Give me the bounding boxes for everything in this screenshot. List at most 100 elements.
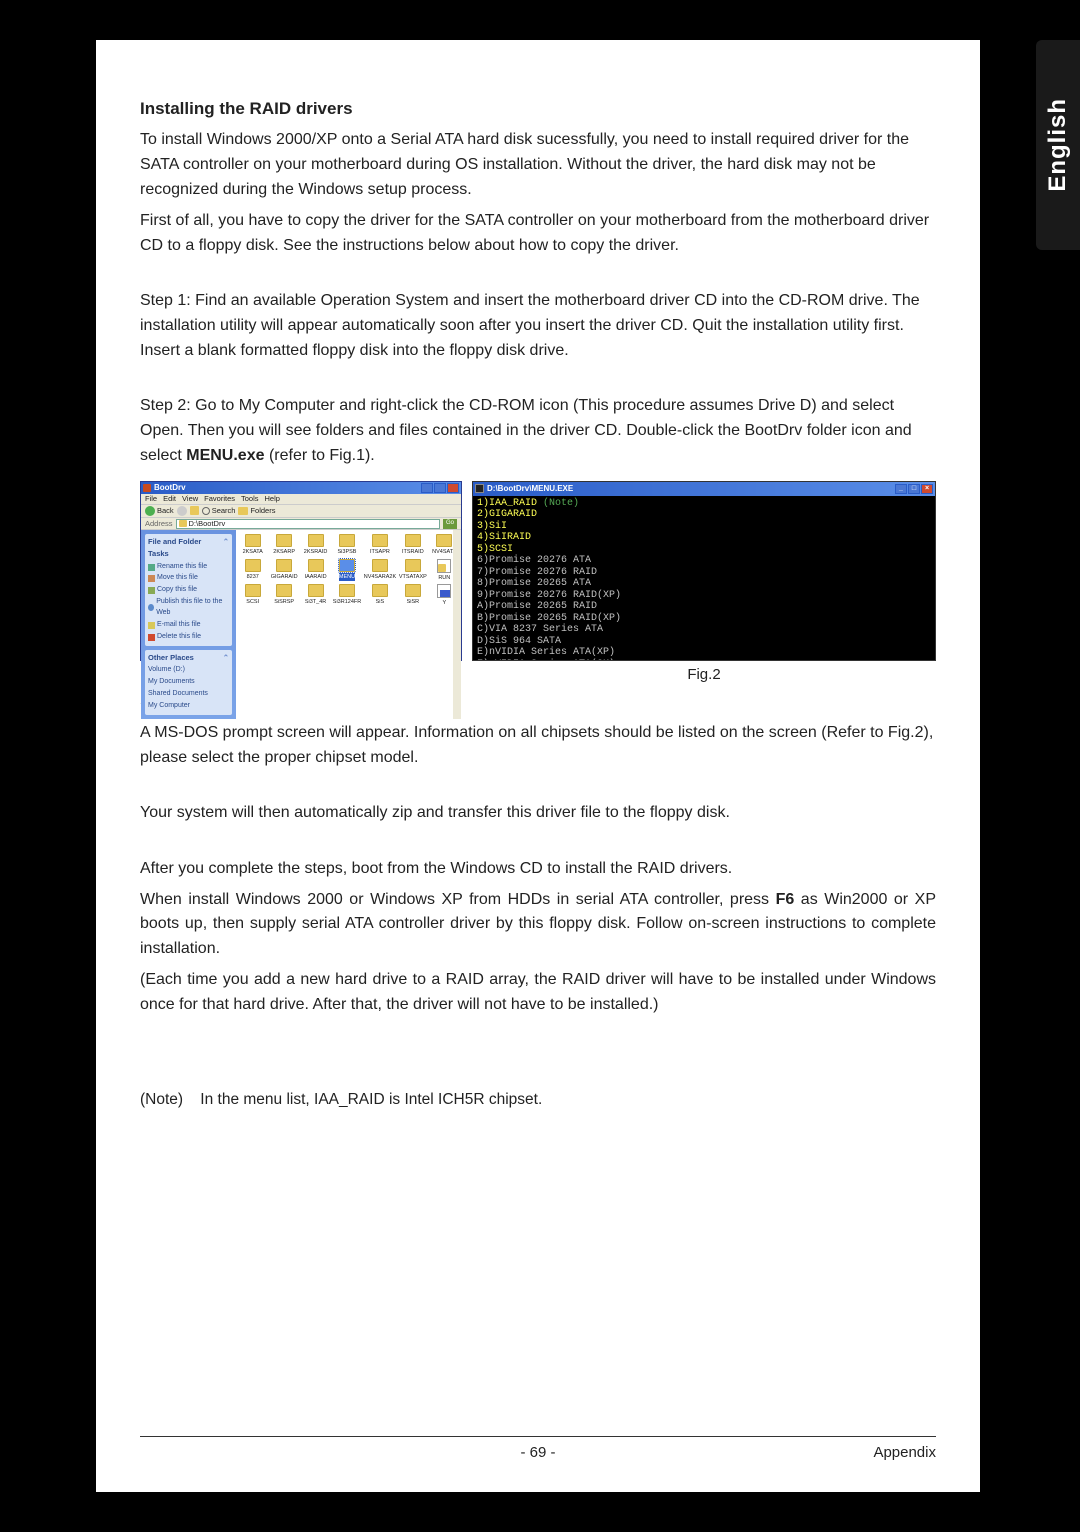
folder-icon: [405, 534, 421, 547]
places-title: Other Places: [148, 652, 194, 664]
language-label: English: [1044, 98, 1072, 192]
menu-help[interactable]: Help: [265, 493, 280, 505]
auto-zip-paragraph: Your system will then automatically zip …: [140, 801, 936, 826]
menu-edit[interactable]: Edit: [163, 493, 176, 505]
copy-icon: [148, 587, 155, 594]
folder-icon: [308, 584, 324, 597]
boot-paragraph: After you complete the steps, boot from …: [140, 857, 936, 882]
folder-icon: [339, 534, 355, 547]
tasks-panel: File and Folder Tasks⌃ Rename this file …: [145, 534, 232, 645]
move-link[interactable]: Move this file: [148, 573, 229, 584]
footnote: (Note) In the menu list, IAA_RAID is Int…: [140, 1088, 936, 1112]
file-item[interactable]: ITSRAID: [398, 534, 427, 557]
file-item[interactable]: 2KSRAID: [301, 534, 330, 557]
dos-maximize-button[interactable]: □: [908, 484, 920, 494]
address-folder-icon: [179, 520, 187, 527]
exe-icon: [437, 584, 451, 598]
file-item[interactable]: Si3T_4R: [301, 584, 330, 608]
rename-icon: [148, 564, 155, 571]
section-name: Appendix: [873, 1441, 936, 1464]
rename-link[interactable]: Rename this file: [148, 562, 229, 573]
dos-titlebar: D:\BootDrv\MENU.EXE _ □ ×: [473, 482, 935, 496]
back-button[interactable]: Back: [145, 505, 174, 517]
email-link[interactable]: E-mail this file: [148, 620, 229, 631]
menu-view[interactable]: View: [182, 493, 198, 505]
explorer-side-pane: File and Folder Tasks⌃ Rename this file …: [141, 530, 236, 718]
folder-icon: [372, 534, 388, 547]
publish-icon: [148, 604, 154, 611]
folder-icon: [245, 534, 261, 547]
scrollbar[interactable]: [453, 530, 461, 718]
collapse-icon[interactable]: ⌃: [223, 652, 229, 664]
delete-icon: [148, 634, 155, 641]
file-item[interactable]: 2KSATA: [238, 534, 267, 557]
file-item[interactable]: ITSAPR: [364, 534, 396, 557]
file-item[interactable]: 2KSARP: [269, 534, 298, 557]
step-2: Step 2: Go to My Computer and right-clic…: [140, 394, 936, 468]
delete-link[interactable]: Delete this file: [148, 632, 229, 643]
menu-tools[interactable]: Tools: [241, 493, 259, 505]
file-label: IAARAID: [305, 573, 327, 582]
file-item[interactable]: SiS: [364, 584, 396, 608]
folders-button[interactable]: Folders: [238, 505, 275, 517]
file-label: Si3T_4R: [305, 598, 326, 607]
batch-icon: [437, 559, 451, 573]
close-button[interactable]: [447, 483, 459, 493]
page-number: - 69 -: [520, 1441, 555, 1464]
file-item[interactable]: SiSRSP: [269, 584, 298, 608]
search-button[interactable]: Search: [202, 505, 236, 517]
file-item[interactable]: SiSR: [398, 584, 427, 608]
file-item[interactable]: GIGARAID: [269, 559, 298, 583]
file-item[interactable]: MENU: [332, 559, 361, 583]
place-computer[interactable]: My Computer: [148, 701, 229, 712]
explorer-menubar: File Edit View Favorites Tools Help: [141, 494, 461, 505]
folder-icon: [436, 534, 452, 547]
forward-button[interactable]: [177, 506, 187, 516]
file-label: 2KSRAID: [304, 548, 328, 557]
up-button[interactable]: [190, 506, 199, 515]
minimize-button[interactable]: [421, 483, 433, 493]
f6-key: F6: [776, 891, 795, 908]
menu-file[interactable]: File: [145, 493, 157, 505]
file-label: ITSRAID: [402, 548, 424, 557]
dos-body: 1)IAA_RAID (Note) 2)GIGARAID 3)SiI 4)SiI…: [473, 496, 935, 660]
section-heading: Installing the RAID drivers: [140, 96, 936, 122]
file-item[interactable]: Si3R124FR: [332, 584, 361, 608]
dos-icon: [475, 484, 484, 493]
folder-icon: [339, 584, 355, 597]
place-volume[interactable]: Volume (D:): [148, 665, 229, 676]
file-item[interactable]: IAARAID: [301, 559, 330, 583]
dos-minimize-button[interactable]: _: [895, 484, 907, 494]
move-icon: [148, 575, 155, 582]
copy-link[interactable]: Copy this file: [148, 585, 229, 596]
file-item[interactable]: 8237: [238, 559, 267, 583]
collapse-icon[interactable]: ⌃: [223, 536, 229, 559]
place-documents[interactable]: My Documents: [148, 677, 229, 688]
tasks-title: File and Folder Tasks: [148, 536, 223, 559]
file-item[interactable]: SCSI: [238, 584, 267, 608]
file-label: MENU: [339, 573, 355, 582]
publish-link[interactable]: Publish this file to the Web: [148, 597, 229, 619]
go-button[interactable]: Go: [443, 519, 457, 529]
folder-icon: [405, 559, 421, 572]
menu-favorites[interactable]: Favorites: [204, 493, 235, 505]
file-item[interactable]: VTSATAXP: [398, 559, 427, 583]
dos-window: D:\BootDrv\MENU.EXE _ □ × 1)IAA_RAID (No…: [472, 481, 936, 661]
file-label: GIGARAID: [271, 573, 298, 582]
file-label: SiS: [376, 598, 385, 607]
address-input[interactable]: D:\BootDrv: [176, 519, 440, 529]
f6-paragraph: When install Windows 2000 or Windows XP …: [140, 888, 936, 962]
file-item[interactable]: Si3PSB: [332, 534, 361, 557]
file-item[interactable]: NV4SARA2K: [364, 559, 396, 583]
explorer-window: BootDrv File Edit View Favorites Tools H…: [140, 481, 462, 661]
fig2-caption: Fig.2: [472, 663, 936, 686]
file-label: SiSRSP: [274, 598, 294, 607]
address-bar: Address D:\BootDrv Go: [141, 518, 461, 531]
file-label: SiSR: [407, 598, 420, 607]
place-shared[interactable]: Shared Documents: [148, 689, 229, 700]
dos-close-button[interactable]: ×: [921, 484, 933, 494]
figure-2: D:\BootDrv\MENU.EXE _ □ × 1)IAA_RAID (No…: [472, 481, 936, 686]
folder-icon: [339, 559, 355, 572]
maximize-button[interactable]: [434, 483, 446, 493]
menu-exe-label: MENU.exe: [186, 447, 264, 464]
